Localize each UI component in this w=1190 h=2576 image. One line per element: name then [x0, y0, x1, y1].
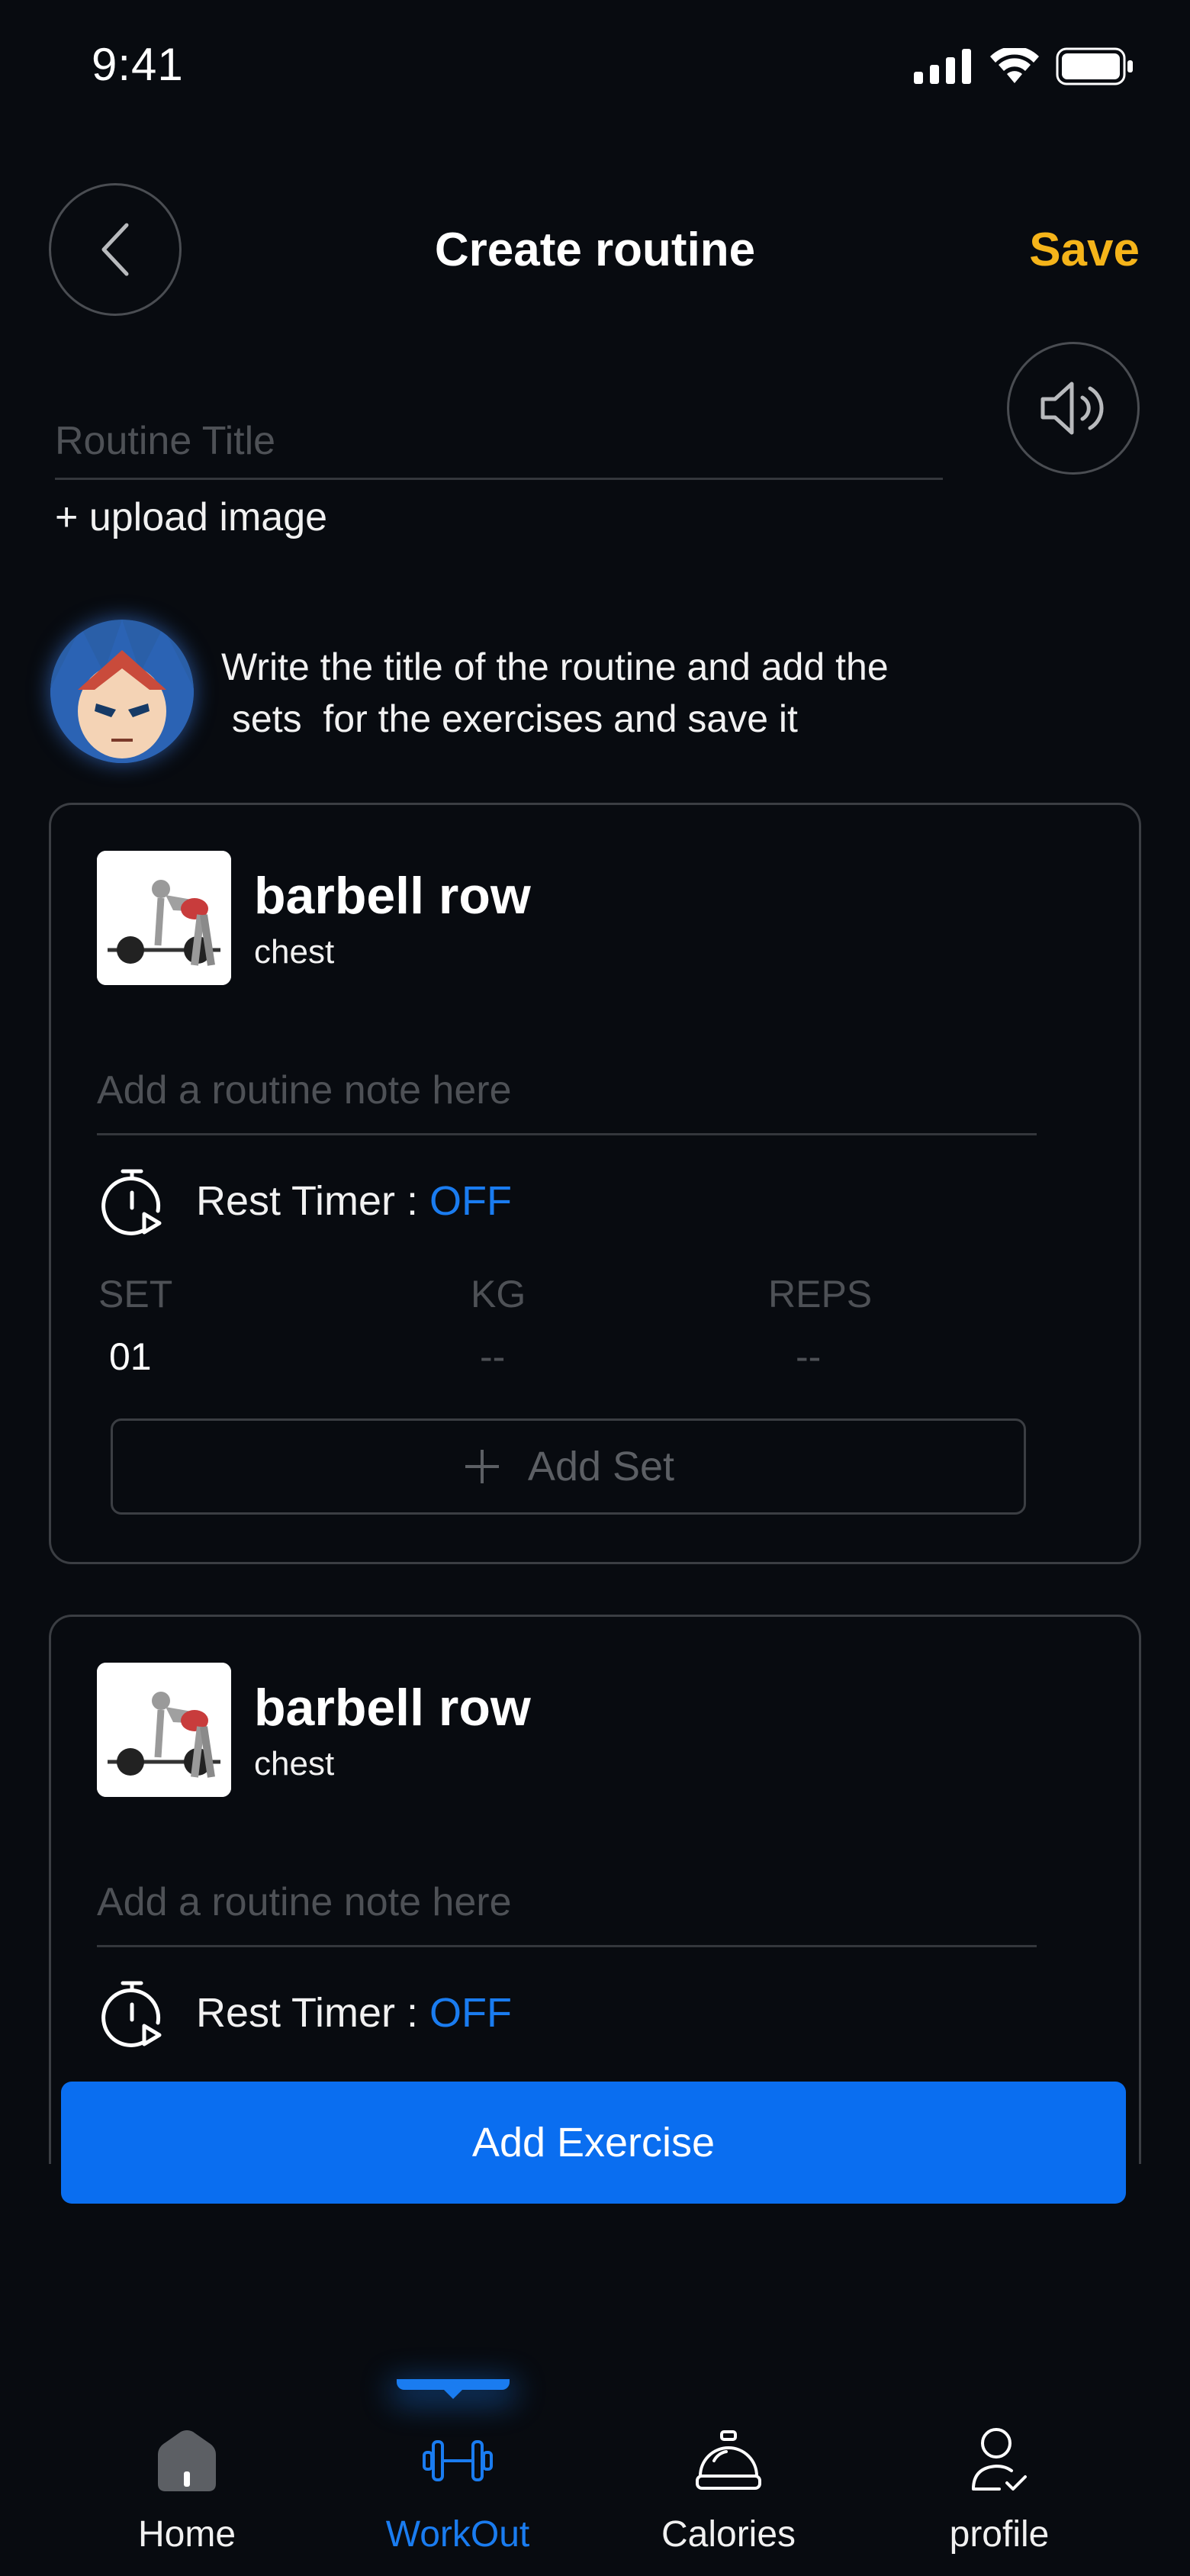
save-button[interactable]: Save — [1029, 223, 1140, 277]
timer-icon — [101, 1981, 162, 2047]
tab-profile[interactable]: profile — [885, 2419, 1114, 2555]
speaker-icon — [1040, 382, 1104, 435]
hint-line-2: sets for the exercises and save it — [221, 697, 798, 740]
active-tab-notch — [442, 2388, 464, 2399]
tab-workout-label: WorkOut — [385, 2514, 530, 2555]
rest-timer-toggle[interactable]: Rest Timer : OFF — [196, 1989, 512, 2037]
exercise-thumbnail — [97, 1663, 231, 1797]
wifi-icon — [990, 48, 1039, 83]
rest-timer-label: Rest Timer : — [196, 1990, 430, 2036]
voice-button[interactable] — [1007, 342, 1140, 475]
status-time: 9:41 — [92, 39, 184, 90]
upload-image-link[interactable]: + upload image — [55, 494, 327, 540]
home-icon — [158, 2430, 216, 2491]
hint-text: Write the title of the routine and add t… — [221, 641, 1091, 745]
status-icons — [914, 47, 1135, 85]
exercise-thumbnail — [97, 851, 231, 985]
tab-profile-label: profile — [949, 2514, 1050, 2555]
kg-value[interactable]: -- — [480, 1335, 505, 1379]
timer-icon — [101, 1169, 162, 1235]
tab-home-label: Home — [137, 2514, 236, 2555]
assistant-avatar — [50, 620, 194, 763]
tab-calories-label: Calories — [661, 2514, 796, 2555]
exercise-card: barbell row chest Rest Timer : OFF SET K… — [49, 803, 1141, 1564]
user-check-icon — [972, 2428, 1027, 2491]
add-set-button[interactable]: Add Set — [111, 1418, 1026, 1515]
column-header-reps: REPS — [768, 1273, 873, 1315]
tab-home[interactable]: Home — [72, 2419, 301, 2555]
hint-line-1: Write the title of the routine and add t… — [221, 646, 889, 688]
rest-timer-label: Rest Timer : — [196, 1178, 430, 1224]
bell-icon — [696, 2430, 761, 2490]
page-title: Create routine — [434, 224, 756, 276]
rest-timer-value: OFF — [429, 1990, 513, 2036]
exercise-muscle: chest — [254, 1745, 335, 1782]
column-header-kg: KG — [471, 1273, 526, 1315]
rest-timer-toggle[interactable]: Rest Timer : OFF — [196, 1177, 512, 1225]
set-number: 01 — [109, 1335, 152, 1378]
dumbbell-icon — [423, 2440, 493, 2481]
battery-icon — [1056, 47, 1133, 85]
column-header-set: SET — [98, 1273, 173, 1315]
tab-calories[interactable]: Calories — [614, 2419, 843, 2555]
add-exercise-button[interactable]: Add Exercise — [61, 2082, 1126, 2204]
tab-workout[interactable]: WorkOut — [343, 2419, 572, 2555]
exercise-name: barbell row — [254, 867, 531, 925]
rest-timer-value: OFF — [429, 1178, 513, 1224]
add-set-label: Add Set — [527, 1444, 675, 1489]
routine-note-input[interactable] — [97, 1048, 1037, 1135]
routine-title-input[interactable] — [55, 404, 943, 480]
routine-note-input[interactable] — [97, 1860, 1037, 1947]
exercise-muscle: chest — [254, 933, 335, 971]
signal-icon — [914, 49, 971, 84]
exercise-name: barbell row — [254, 1679, 531, 1737]
reps-value[interactable]: -- — [796, 1335, 821, 1379]
plus-icon — [465, 1450, 499, 1483]
